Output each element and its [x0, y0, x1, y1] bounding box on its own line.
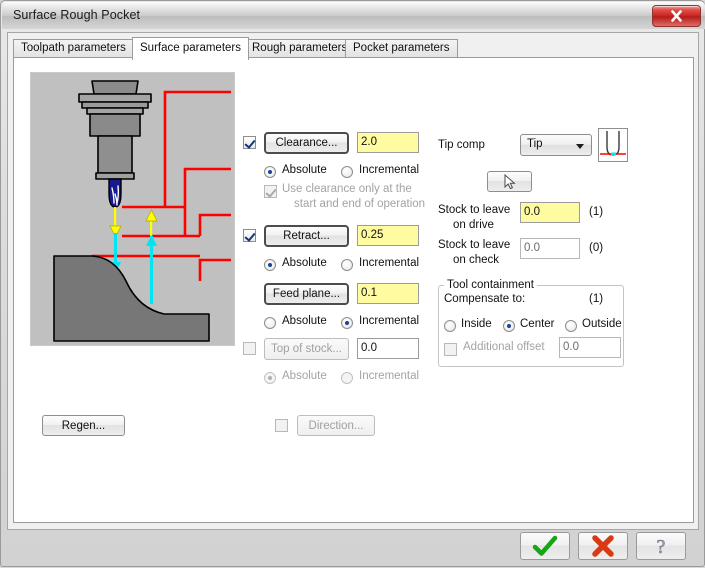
toolpath-preview-panel [30, 72, 235, 346]
use-clearance-only-checkbox [264, 185, 277, 198]
retract-button-label: Retract... [283, 230, 330, 242]
tab-page-surface-parameters: Regen... Clearance... 2.0 Absolute Incre… [13, 57, 694, 523]
tab-surface-parameters[interactable]: Surface parameters [132, 37, 249, 60]
toolpath-preview-graphic [34, 76, 231, 342]
clearance-button-label: Clearance... [275, 137, 338, 149]
additional-offset-field[interactable]: 0.0 [559, 337, 621, 358]
feed-plane-value-field[interactable]: 0.1 [357, 283, 419, 304]
stock-check-label-line1: Stock to leave [438, 239, 511, 251]
svg-text:?: ? [657, 536, 666, 557]
dialog-window: Surface Rough Pocket Toolpath parameters… [0, 0, 705, 567]
direction-button-label: Direction... [308, 419, 364, 432]
tab-label: Rough parameters [252, 42, 348, 54]
compensate-to-label: Compensate to: [444, 293, 526, 305]
retract-incremental-label: Incremental [359, 257, 420, 269]
top-of-stock-checkbox[interactable] [243, 342, 256, 355]
clearance-value-field[interactable]: 2.0 [357, 132, 419, 153]
additional-offset-label: Additional offset [463, 341, 545, 353]
stock-drive-label-line2: on drive [453, 219, 494, 231]
clearance-button[interactable]: Clearance... [264, 132, 349, 154]
tab-toolpath-parameters[interactable]: Toolpath parameters [13, 39, 134, 58]
tip-comp-label: Tip comp [438, 139, 485, 151]
direction-checkbox[interactable] [275, 419, 288, 432]
retract-absolute-radio[interactable] [264, 259, 276, 271]
help-button[interactable]: ? [636, 532, 686, 560]
stock-to-leave-on-drive-field[interactable]: 0.0 [520, 202, 580, 223]
feed-plane-incremental-label: Incremental [359, 315, 420, 327]
regen-label: Regen... [61, 419, 106, 432]
direction-button: Direction... [297, 415, 375, 436]
cancel-button[interactable] [578, 532, 628, 560]
compensate-center-label: Center [520, 318, 555, 330]
compensate-outside-label: Outside [582, 318, 622, 330]
retract-absolute-label: Absolute [282, 257, 327, 269]
window-title: Surface Rough Pocket [13, 8, 141, 22]
check-icon [532, 535, 558, 556]
feed-plane-absolute-radio[interactable] [264, 317, 276, 329]
pick-point-button[interactable] [487, 171, 532, 192]
tip-comp-selected-value: Tip [527, 138, 543, 150]
retract-checkbox[interactable] [243, 229, 256, 242]
tip-comp-dropdown[interactable]: Tip [520, 134, 592, 156]
clearance-absolute-radio[interactable] [264, 166, 276, 178]
retract-button[interactable]: Retract... [264, 225, 349, 247]
top-of-stock-absolute-radio [264, 372, 276, 384]
clearance-checkbox[interactable] [243, 136, 256, 149]
stock-drive-count: (1) [589, 206, 604, 218]
close-icon [671, 10, 682, 22]
tab-rough-parameters[interactable]: Rough parameters [244, 39, 356, 58]
tool-containment-title: Tool containment [444, 279, 537, 291]
cursor-arrow-icon [504, 173, 516, 189]
feed-plane-button-label: Feed plane... [272, 288, 341, 300]
chevron-down-icon [576, 144, 584, 149]
title-bar: Surface Rough Pocket [2, 2, 705, 29]
dialog-client-area: Toolpath parameters Surface parameters R… [7, 32, 699, 530]
tab-label: Surface parameters [140, 42, 241, 54]
top-of-stock-button: Top of stock... [264, 338, 349, 360]
stock-to-leave-on-check-field[interactable]: 0.0 [520, 238, 580, 259]
clearance-incremental-radio[interactable] [341, 166, 353, 178]
retract-incremental-radio[interactable] [341, 259, 353, 271]
stock-check-count: (0) [589, 242, 604, 254]
clearance-incremental-label: Incremental [359, 164, 420, 176]
top-of-stock-incremental-radio [341, 372, 353, 384]
compensate-outside-radio[interactable] [565, 320, 577, 332]
compensate-inside-radio[interactable] [444, 320, 456, 332]
stock-drive-label-line1: Stock to leave [438, 204, 511, 216]
feed-plane-button[interactable]: Feed plane... [264, 283, 349, 305]
compensate-center-radio[interactable] [503, 320, 515, 332]
regen-button[interactable]: Regen... [42, 415, 125, 436]
cross-icon [592, 535, 614, 557]
feed-plane-incremental-radio[interactable] [341, 317, 353, 329]
additional-offset-checkbox[interactable] [444, 343, 457, 356]
stock-check-label-line2: on check [453, 254, 500, 266]
compensate-inside-label: Inside [461, 318, 492, 330]
top-of-stock-absolute-label: Absolute [282, 370, 327, 382]
top-of-stock-button-label: Top of stock... [271, 343, 342, 355]
ball-endmill-tip-icon [599, 129, 627, 161]
question-icon: ? [656, 536, 666, 557]
feed-plane-absolute-label: Absolute [282, 315, 327, 327]
use-clearance-only-label-line1: Use clearance only at the [282, 183, 412, 195]
tab-label: Toolpath parameters [21, 42, 126, 54]
top-of-stock-value-field[interactable]: 0.0 [357, 338, 419, 359]
retract-value-field[interactable]: 0.25 [357, 225, 419, 246]
tool-containment-count: (1) [589, 293, 604, 305]
tip-comp-preview [598, 128, 628, 162]
clearance-absolute-label: Absolute [282, 164, 327, 176]
use-clearance-only-label-line2: start and end of operation [294, 198, 426, 210]
ok-button[interactable] [520, 532, 570, 560]
tab-pocket-parameters[interactable]: Pocket parameters [345, 39, 458, 58]
action-button-bar: ? [1, 530, 705, 568]
top-of-stock-incremental-label: Incremental [359, 370, 420, 382]
tab-label: Pocket parameters [353, 42, 450, 54]
close-button[interactable] [652, 5, 701, 27]
